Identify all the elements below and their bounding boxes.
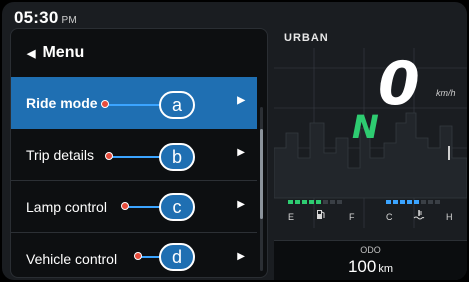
menu-item-label: Vehicle control <box>26 251 118 267</box>
menu-item-label: Trip details <box>26 146 94 163</box>
speedometer-value: 0 <box>378 49 420 119</box>
menu-item-label: Lamp control <box>26 198 107 215</box>
temp-gauge-segment <box>407 200 412 204</box>
odometer-label: ODO <box>360 245 381 255</box>
menu-back-button[interactable]: ◀ Menu <box>11 29 267 77</box>
speed-unit: km/h <box>436 88 456 98</box>
menu-item-label: Ride mode <box>26 95 98 111</box>
temp-gauge-segment <box>421 200 426 204</box>
fuel-gauge-segment <box>302 200 307 204</box>
fuel-gauge-segment <box>288 200 293 204</box>
odometer: ODO 100 km <box>274 240 467 280</box>
temp-gauge-segment <box>400 200 405 204</box>
odometer-value: 100 <box>347 257 377 276</box>
clock-time: 05:30 <box>14 8 59 27</box>
chevron-right-icon: ▶ <box>237 147 245 158</box>
chevron-right-icon: ▶ <box>237 199 245 210</box>
callout-badge-c: c <box>159 193 195 221</box>
drive-mode-label: URBAN <box>284 32 329 44</box>
fuel-pump-icon <box>316 209 326 222</box>
odometer-unit: km <box>378 263 394 275</box>
temp-hot-label: H <box>446 212 453 222</box>
screen: 05:30 PM ◀ Menu Ride mode ▶ Trip details … <box>2 2 467 280</box>
callout-dot <box>105 152 113 160</box>
callout-dot <box>121 202 129 210</box>
temp-gauge-segment <box>414 200 419 204</box>
menu-panel: ◀ Menu Ride mode ▶ Trip details ▶ Lamp c… <box>10 28 268 278</box>
fuel-gauge-segment <box>295 200 300 204</box>
fuel-gauge-segment <box>323 200 328 204</box>
fuel-empty-label: E <box>288 212 295 222</box>
menu-item-trip-details[interactable]: Trip details ▶ <box>11 129 257 181</box>
callout-dot <box>101 100 109 108</box>
coolant-temp-icon <box>413 209 425 222</box>
clock: 05:30 PM <box>14 8 77 28</box>
clock-ampm: PM <box>61 15 77 26</box>
instrument-cluster: URBAN 0 km/h N E F C H <box>274 28 467 238</box>
tachometer-tick <box>448 146 450 160</box>
callout-badge-b: b <box>159 143 195 171</box>
callout-dot <box>134 252 142 260</box>
menu-scrollbar-thumb[interactable] <box>260 129 263 219</box>
menu-title: Menu <box>42 44 85 61</box>
menu-item-ride-mode[interactable]: Ride mode ▶ <box>11 77 257 129</box>
gear-indicator: N <box>352 108 379 146</box>
chevron-right-icon: ▶ <box>237 251 245 262</box>
callout-badge-d: d <box>159 243 195 271</box>
chevron-right-icon: ▶ <box>237 95 245 106</box>
fuel-gauge-segment <box>337 200 342 204</box>
temp-gauge-segment <box>428 200 433 204</box>
temp-gauge-segment <box>393 200 398 204</box>
fuel-gauge-segment <box>316 200 321 204</box>
back-arrow-icon: ◀ <box>27 47 36 60</box>
temp-gauge-segment <box>386 200 391 204</box>
fuel-gauge-segment <box>330 200 335 204</box>
temp-cold-label: C <box>386 212 393 222</box>
callout-badge-a: a <box>159 91 195 119</box>
fuel-full-label: F <box>349 212 355 222</box>
fuel-gauge-segment <box>309 200 314 204</box>
temp-gauge-segment <box>435 200 440 204</box>
odometer-reading: 100 km <box>274 257 467 277</box>
